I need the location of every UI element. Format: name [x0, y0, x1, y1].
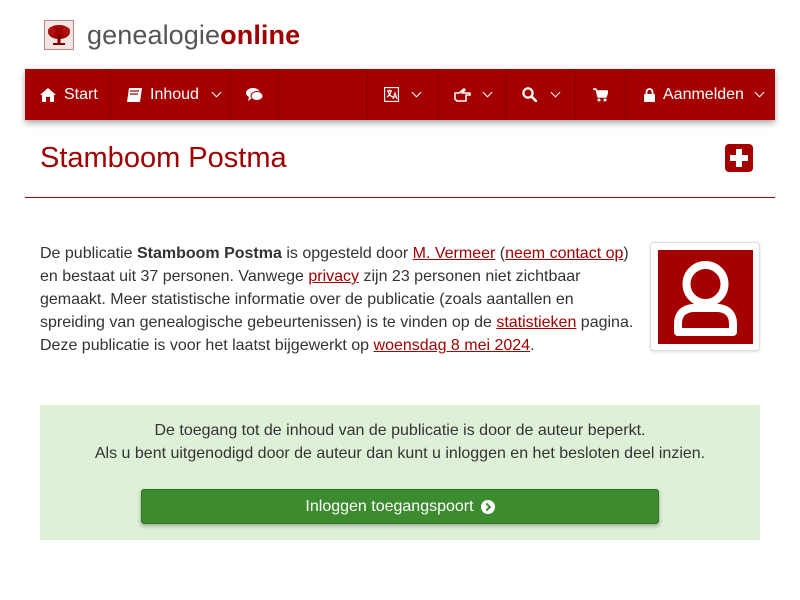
- access-notice: De toegang tot de inhoud van de publicat…: [40, 405, 760, 540]
- nav-cart[interactable]: [576, 69, 626, 120]
- nav-comments[interactable]: [231, 69, 279, 120]
- nav-inhoud-label: Inhoud: [150, 85, 199, 103]
- nav-spacer: [279, 69, 368, 120]
- nav-start[interactable]: Start: [25, 69, 111, 120]
- access-line-1: De toegang tot de inhoud van de publicat…: [154, 422, 646, 439]
- publication-name: Stamboom Postma: [136, 245, 282, 262]
- comments-icon: [246, 87, 263, 101]
- logo-part-2: online: [220, 20, 301, 50]
- logo-part-1: genealogie: [87, 20, 221, 50]
- chevron-down-icon: [754, 87, 765, 98]
- plus-square-icon[interactable]: [725, 144, 753, 172]
- nav-inhoud[interactable]: Inhoud: [111, 69, 231, 120]
- intro-text: .: [530, 337, 535, 354]
- site-logo[interactable]: genealogieonline: [44, 20, 300, 50]
- access-line-2: Als u bent uitgenodigd door de auteur da…: [94, 445, 706, 462]
- hand-pointing-icon: [454, 87, 471, 102]
- logo-text: genealogieonline: [87, 20, 300, 50]
- nav-search[interactable]: [507, 69, 576, 120]
- chevron-down-icon: [482, 87, 493, 98]
- author-link[interactable]: M. Vermeer: [413, 245, 496, 262]
- author-avatar: [650, 242, 760, 351]
- language-icon: [384, 87, 399, 102]
- statistics-link[interactable]: statistieken: [496, 314, 576, 331]
- nav-start-label: Start: [64, 85, 98, 103]
- chevron-down-icon: [411, 87, 422, 98]
- publication-intro: De publicatie Stamboom Postma is opgeste…: [40, 242, 640, 357]
- nav-login-label: Aanmelden: [663, 85, 744, 103]
- login-gateway-button[interactable]: Inloggen toegangspoort: [141, 489, 659, 524]
- login-gateway-label: Inloggen toegangspoort: [305, 497, 474, 515]
- last-updated-link[interactable]: woensdag 8 mei 2024: [374, 337, 531, 354]
- title-row: Stamboom Postma: [25, 137, 775, 198]
- intro-text: is opgesteld door: [281, 245, 413, 262]
- nav-share[interactable]: [438, 69, 507, 120]
- page-title: Stamboom Postma: [40, 142, 287, 174]
- lock-icon: [644, 87, 655, 102]
- privacy-link[interactable]: privacy: [308, 268, 359, 285]
- user-icon: [658, 250, 753, 344]
- chevron-down-icon: [211, 87, 222, 98]
- nav-login[interactable]: Aanmelden: [626, 69, 775, 120]
- contact-link[interactable]: neem contact op: [505, 245, 623, 262]
- tree-icon: [44, 20, 74, 50]
- cart-icon: [593, 87, 608, 101]
- home-icon: [40, 87, 56, 102]
- intro-text: (: [495, 245, 506, 262]
- search-icon: [522, 87, 537, 102]
- chevron-down-icon: [550, 87, 561, 98]
- nav-language[interactable]: [368, 69, 438, 120]
- arrow-circle-right-icon: [480, 499, 495, 514]
- book-icon: [127, 87, 142, 102]
- main-navbar: Start Inhoud Aanmelden: [25, 69, 775, 120]
- intro-text: De publicatie: [40, 245, 137, 262]
